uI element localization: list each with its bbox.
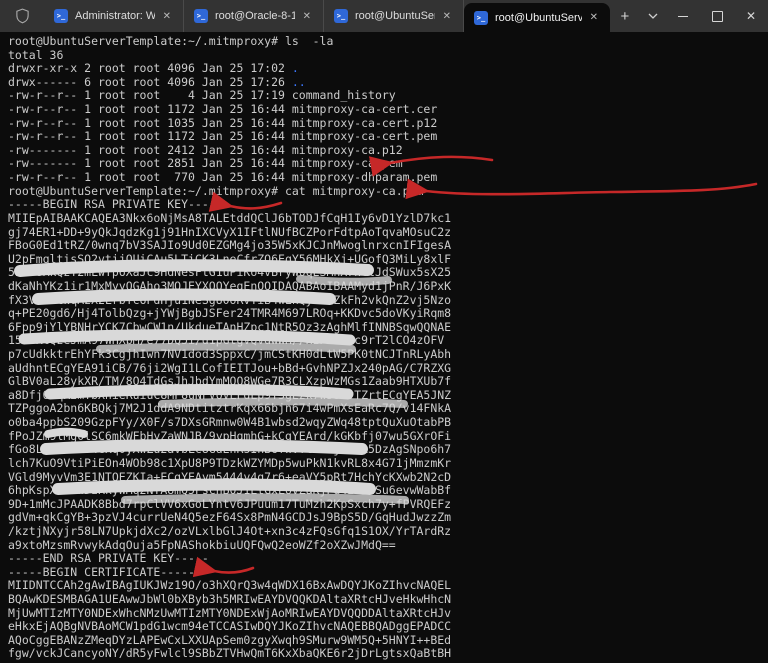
- terminal-line: p7cUdkktrEhYFk3CgjhIwn7NV1dod3SppxC/jmCS…: [8, 348, 768, 362]
- terminal-line: MIIDNTCCAh2gAwIBAgIUKJWz19O/o3hXQrQ3w4qW…: [8, 579, 768, 593]
- minimize-button[interactable]: [666, 0, 700, 32]
- terminal-line: -rw-r--r-- 1 root root 4 Jan 25 17:19 co…: [8, 89, 768, 103]
- close-button[interactable]: ✕: [734, 0, 768, 32]
- terminal-line: AQoCggEBANzZMeqDYzLAPEwCxLXXUApSem0zgyXw…: [8, 634, 768, 648]
- tab-title: root@Oracle-8-10-VM0: [215, 10, 295, 22]
- terminal-line: fX3VmK9tWqAzX2LrbYc6PdHju1NeSgU0oRvTiB4w…: [8, 294, 768, 308]
- terminal-line: 6hpKspXeU9wDzRkyWMq2NYA8mQ5FschB0J1EtGxL…: [8, 484, 768, 498]
- terminal-line: q+PE20gd6/Hj4TolbQzg+jYWjBgbJSFer24TMR4M…: [8, 307, 768, 321]
- terminal-line: fgw/vckJCancyoNY/dR5yFwlcl9SBbZTVHwQmT6K…: [8, 647, 768, 661]
- tab-1[interactable]: >_ Administrator: Window ✕: [44, 0, 184, 32]
- terminal-icon: >_: [194, 9, 208, 23]
- close-icon: ✕: [746, 9, 756, 23]
- terminal-line: /kztjNXyjr58LN7UpkjdXc2/ozVLxlbGlJ4Ot+xn…: [8, 525, 768, 539]
- terminal-line: eHkxEjAQBgNVBAoMCW1pdG1wcm94eTCCASIwDQYJ…: [8, 620, 768, 634]
- terminal-line: total 36: [8, 49, 768, 63]
- terminal-line: -----BEGIN CERTIFICATE-----: [8, 566, 768, 580]
- admin-shield-icon: [0, 0, 44, 32]
- minimize-icon: [678, 16, 688, 17]
- terminal-line: aUdhntECgYEA91iCB/76ji2WgI1LCofIEITJou+b…: [8, 362, 768, 376]
- maximize-button[interactable]: [700, 0, 734, 32]
- window-controls: ✕: [666, 0, 768, 32]
- terminal-line: FBoG0Ed1tRZ/0wnq7bV3SAJIo9Ud0EZGMg4jo35W…: [8, 239, 768, 253]
- tab-2[interactable]: >_ root@Oracle-8-10-VM0 ✕: [184, 0, 324, 32]
- terminal-line: MjUwMTIzMTY0NDExWhcNMzUwMTIzMTY0NDExWjAo…: [8, 607, 768, 621]
- terminal-line: BQAwKDESMBAGA1UEAwwJbWl0bXByb3h5MRIwEAYD…: [8, 593, 768, 607]
- chevron-down-icon: [648, 13, 658, 19]
- terminal-line: -----BEGIN RSA PRIVATE KEY-----: [8, 198, 768, 212]
- terminal-line: -rw------- 1 root root 2851 Jan 25 16:44…: [8, 157, 768, 171]
- terminal-line: 15x8KtQzeJmA97WHXbM/e77DQ5i/d1pGtgvQvdwW…: [8, 334, 768, 348]
- terminal-line: VGld9MyvVm3E1NTQEZKIa+ECgYEAym5444y4g7r6…: [8, 471, 768, 485]
- terminal-icon: >_: [54, 9, 68, 23]
- terminal-line: 9D+1mMcJPAADK8Bbd7rpClVV6xGoLYntv6JPuum1…: [8, 498, 768, 512]
- terminal-line: fGo8LHPvmJrT4eKq0yXwZu2aVbLc8GdEnRsIhB6f…: [8, 443, 768, 457]
- terminal-line: gdVm+qkCgYB+3pzVJ4currUeN4Q5ezF64Sx8PmN4…: [8, 511, 768, 525]
- tab-3[interactable]: >_ root@UbuntuServerTen ✕: [324, 0, 464, 32]
- terminal-line: 6Fpp9jYlYBNHrYCK7CbwCW1n/UkdueTAnHZpc1Nt…: [8, 321, 768, 335]
- terminal-line: MIIEpAIBAAKCAQEA3Nkx6oNjMsA8TALEtddQClJ6…: [8, 212, 768, 226]
- terminal-line: GlBV0aL28ykXR/TM/8O4TdGsJhJbdYmMQQ8WGe7R…: [8, 375, 768, 389]
- tab-close-button[interactable]: ✕: [159, 10, 175, 23]
- terminal-line: -----END RSA PRIVATE KEY-----: [8, 552, 768, 566]
- terminal-line: root@UbuntuServerTemplate:~/.mitmproxy# …: [8, 35, 768, 49]
- terminal-line: gj74ER1+DD+9yQkJqdzKg1j91HnIXCVyX1IFtlNU…: [8, 226, 768, 240]
- tab-title: Administrator: Window: [75, 10, 155, 22]
- terminal-line: root@UbuntuServerTemplate:~/.mitmproxy# …: [8, 185, 768, 199]
- tab-4[interactable]: >_ root@UbuntuServerTe ✕: [464, 3, 610, 32]
- terminal-line: a8DfjOWqK2mYbXhieRuiuC8MF8uNFVOVLFdLp9T3…: [8, 389, 768, 403]
- terminal-line: -rw-r--r-- 1 root root 1172 Jan 25 16:44…: [8, 130, 768, 144]
- tab-close-button[interactable]: ✕: [299, 10, 315, 23]
- terminal-line: -rw------- 1 root root 2412 Jan 25 16:44…: [8, 144, 768, 158]
- tab-strip: >_ Administrator: Window ✕ >_ root@Oracle-8-…: [44, 0, 610, 32]
- terminal-icon: >_: [474, 11, 488, 25]
- titlebar: >_ Administrator: Window ✕ >_ root@Oracle-8-…: [0, 0, 768, 32]
- tab-close-button[interactable]: ✕: [586, 11, 602, 24]
- tab-title: root@UbuntuServerTe: [495, 12, 582, 24]
- terminal-line: drwx------ 6 root root 4096 Jan 25 17:26…: [8, 76, 768, 90]
- terminal-line: a9xtoMzsmRvwykAdqOuja5FpNAShokbiuUQFQwQ2…: [8, 539, 768, 553]
- terminal-line: -rw-r--r-- 1 root root 1172 Jan 25 16:44…: [8, 103, 768, 117]
- terminal-window: >_ Administrator: Window ✕ >_ root@Oracle-8-…: [0, 0, 768, 663]
- maximize-icon: [712, 11, 723, 22]
- terminal-line: 5nbV8RkQzT2mLwYp6XaJc9HdNesFtG1uPiKo4vBr…: [8, 266, 768, 280]
- terminal-line: o0ba4ppbS209GzpFYy/X0F/s7DXsGRmnw0W4B1wb…: [8, 416, 768, 430]
- terminal-line: fPoJZm9lMg0lSC6mkWFbHyZaWNJB/9ypHqmhG+kC…: [8, 430, 768, 444]
- terminal-line: -rw-r--r-- 1 root root 1035 Jan 25 16:44…: [8, 117, 768, 131]
- new-tab-button[interactable]: +: [610, 0, 640, 32]
- tab-title: root@UbuntuServerTen: [355, 10, 435, 22]
- terminal-viewport[interactable]: root@UbuntuServerTemplate:~/.mitmproxy# …: [0, 32, 768, 663]
- tab-close-button[interactable]: ✕: [439, 10, 455, 23]
- terminal-line: U2pFmqltisSQ2vtijQUiCAu5LTiCK3LneCfrZQ6E…: [8, 253, 768, 267]
- terminal-line: lch7KuO9VtiPiEOn4WOb98c1XpU8P9TDzkWZYMDp…: [8, 457, 768, 471]
- terminal-line: drwxr-xr-x 2 root root 4096 Jan 25 17:02…: [8, 62, 768, 76]
- terminal-line: TZPggoA2bn6KBQkj7M2J1ddA9NDtitztrKqx66bj…: [8, 402, 768, 416]
- tab-dropdown-button[interactable]: [640, 0, 666, 32]
- terminal-line: -rw-r--r-- 1 root root 770 Jan 25 16:44 …: [8, 171, 768, 185]
- terminal-line: dKaNhYKz1ir1MxMyyQGAho3MOJEYXQQYegEnOQID…: [8, 280, 768, 294]
- terminal-icon: >_: [334, 9, 348, 23]
